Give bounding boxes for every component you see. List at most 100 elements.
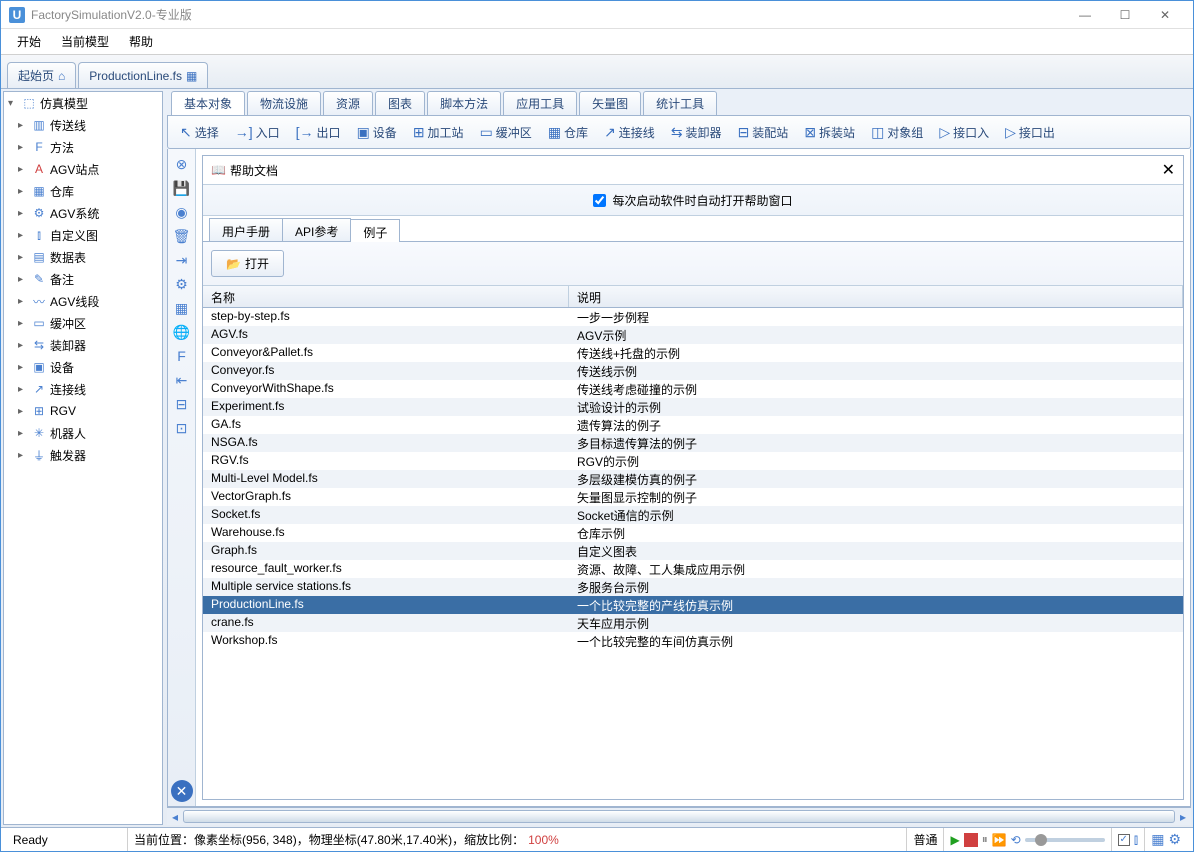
- table-row[interactable]: Multi-Level Model.fs多层级建模仿真的例子: [203, 470, 1183, 488]
- ribbon-tab[interactable]: 脚本方法: [427, 91, 501, 115]
- menu-help[interactable]: 帮助: [121, 30, 161, 53]
- ribbon-button[interactable]: [→出口: [290, 121, 347, 144]
- table-row[interactable]: Conveyor.fs传送线示例: [203, 362, 1183, 380]
- tree-item[interactable]: ▸▦仓库: [4, 180, 162, 202]
- expand-icon[interactable]: ▸: [18, 252, 28, 263]
- tree-item[interactable]: ▸⫾自定义图: [4, 224, 162, 246]
- table-row[interactable]: Socket.fsSocket通信的示例: [203, 506, 1183, 524]
- expand-icon[interactable]: ▸: [18, 274, 28, 285]
- play-icon[interactable]: ▶: [950, 833, 959, 847]
- table-row[interactable]: ProductionLine.fs一个比较完整的产线仿真示例: [203, 596, 1183, 614]
- pause-icon[interactable]: ⏸: [982, 832, 988, 847]
- table-row[interactable]: RGV.fsRGV的示例: [203, 452, 1183, 470]
- ribbon-tab[interactable]: 资源: [323, 91, 373, 115]
- scroll-right-icon[interactable]: ▸: [1175, 808, 1191, 825]
- ribbon-button[interactable]: ↖选择: [174, 121, 225, 144]
- tool-f-icon[interactable]: F: [171, 345, 193, 367]
- table-row[interactable]: NSGA.fs多目标遗传算法的例子: [203, 434, 1183, 452]
- tree-item[interactable]: ▸⚙AGV系统: [4, 202, 162, 224]
- h-scrollbar[interactable]: ◂ ▸: [167, 807, 1191, 825]
- sub-tab-examples[interactable]: 例子: [350, 219, 400, 242]
- tool-export-icon[interactable]: ⇥: [171, 249, 193, 271]
- col-name[interactable]: 名称: [203, 286, 569, 307]
- fast-icon[interactable]: ⏩: [992, 833, 1007, 847]
- table-row[interactable]: Graph.fs自定义图表: [203, 542, 1183, 560]
- tool-focus-icon[interactable]: ⊡: [171, 417, 193, 439]
- speed-slider[interactable]: [1025, 838, 1105, 842]
- ribbon-tab[interactable]: 应用工具: [503, 91, 577, 115]
- table-row[interactable]: Conveyor&Pallet.fs传送线+托盘的示例: [203, 344, 1183, 362]
- tool-close-icon[interactable]: ✕: [171, 780, 193, 802]
- grid-icon[interactable]: ▦: [1151, 831, 1164, 848]
- ribbon-button[interactable]: ⇆装卸器: [665, 121, 728, 144]
- expand-icon[interactable]: ▸: [18, 362, 28, 373]
- expand-icon[interactable]: ▸: [18, 428, 28, 439]
- table-row[interactable]: GA.fs遗传算法的例子: [203, 416, 1183, 434]
- tree-item[interactable]: ▸✳机器人: [4, 422, 162, 444]
- table-row[interactable]: AGV.fsAGV示例: [203, 326, 1183, 344]
- ribbon-button[interactable]: ▣设备: [351, 121, 403, 144]
- minimize-button[interactable]: ―: [1065, 1, 1105, 28]
- expand-icon[interactable]: ▸: [18, 384, 28, 395]
- ribbon-tab[interactable]: 基本对象: [171, 91, 245, 115]
- sub-tab-manual[interactable]: 用户手册: [209, 218, 283, 241]
- expand-icon[interactable]: ▸: [18, 406, 28, 417]
- ribbon-button[interactable]: ⊞加工站: [407, 121, 470, 144]
- tree-item[interactable]: ▸〰AGV线段: [4, 290, 162, 312]
- table-row[interactable]: step-by-step.fs一步一步例程: [203, 308, 1183, 326]
- collapse-icon[interactable]: ▾: [8, 98, 18, 109]
- table-row[interactable]: VectorGraph.fs矢量图显示控制的例子: [203, 488, 1183, 506]
- ribbon-button[interactable]: ▷接口入: [933, 121, 995, 144]
- tree-item[interactable]: ▸AAGV站点: [4, 158, 162, 180]
- check-toggle[interactable]: ✓: [1118, 834, 1130, 846]
- expand-icon[interactable]: ▸: [18, 208, 28, 219]
- tree-item[interactable]: ▸↗连接线: [4, 378, 162, 400]
- ribbon-button[interactable]: ◫对象组: [865, 121, 929, 144]
- tree-item[interactable]: ▸▭缓冲区: [4, 312, 162, 334]
- sub-tab-api[interactable]: API参考: [282, 218, 351, 241]
- table-row[interactable]: resource_fault_worker.fs资源、故障、工人集成应用示例: [203, 560, 1183, 578]
- tab-start-page[interactable]: 起始页 ⌂: [7, 62, 76, 88]
- expand-icon[interactable]: ▸: [18, 230, 28, 241]
- tool-disk-icon[interactable]: ◉: [171, 201, 193, 223]
- ribbon-button[interactable]: ▭缓冲区: [474, 121, 538, 144]
- tool-crosshair-icon[interactable]: ⊗: [171, 153, 193, 175]
- ribbon-button[interactable]: ▷接口出: [999, 121, 1061, 144]
- ribbon-button[interactable]: ⊟装配站: [732, 121, 795, 144]
- expand-icon[interactable]: ▸: [18, 164, 28, 175]
- col-desc[interactable]: 说明: [569, 286, 1183, 307]
- expand-icon[interactable]: ▸: [18, 186, 28, 197]
- graph-icon[interactable]: ⫾: [1134, 831, 1138, 848]
- tree-root[interactable]: ▾ ⬚ 仿真模型: [4, 92, 162, 114]
- expand-icon[interactable]: ▸: [18, 318, 28, 329]
- tool-import-icon[interactable]: ⇤: [171, 369, 193, 391]
- scroll-left-icon[interactable]: ◂: [167, 808, 183, 825]
- tree-item[interactable]: ▸▣设备: [4, 356, 162, 378]
- expand-icon[interactable]: ▸: [18, 142, 28, 153]
- close-button[interactable]: ✕: [1145, 1, 1185, 28]
- table-row[interactable]: ConveyorWithShape.fs传送线考虑碰撞的示例: [203, 380, 1183, 398]
- tool-calendar-icon[interactable]: ▦: [171, 297, 193, 319]
- ribbon-tab[interactable]: 统计工具: [643, 91, 717, 115]
- expand-icon[interactable]: ▸: [18, 450, 28, 461]
- scroll-thumb[interactable]: [183, 810, 1175, 823]
- expand-icon[interactable]: ▸: [18, 340, 28, 351]
- tree-item[interactable]: ▸⏚触发器: [4, 444, 162, 466]
- tree-item[interactable]: ▸F方法: [4, 136, 162, 158]
- tool-trash-icon[interactable]: 🗑: [171, 225, 193, 247]
- tree-item[interactable]: ▸⊞RGV: [4, 400, 162, 422]
- panel-close-icon[interactable]: ✕: [1162, 160, 1175, 180]
- tree-item[interactable]: ▸⇆装卸器: [4, 334, 162, 356]
- tool-save-icon[interactable]: 💾: [171, 177, 193, 199]
- stop-icon[interactable]: [964, 833, 978, 847]
- ribbon-tab[interactable]: 物流设施: [247, 91, 321, 115]
- tool-layout-icon[interactable]: ⊟: [171, 393, 193, 415]
- ribbon-button[interactable]: ⊠拆装站: [798, 121, 861, 144]
- expand-icon[interactable]: ▸: [18, 296, 28, 307]
- ribbon-button[interactable]: ▦仓库: [542, 121, 594, 144]
- status-mode[interactable]: 普通: [906, 828, 943, 851]
- table-row[interactable]: Multiple service stations.fs多服务台示例: [203, 578, 1183, 596]
- menu-current-model[interactable]: 当前模型: [53, 30, 117, 53]
- ribbon-button[interactable]: →]入口: [229, 121, 286, 144]
- ribbon-button[interactable]: ↗连接线: [598, 121, 661, 144]
